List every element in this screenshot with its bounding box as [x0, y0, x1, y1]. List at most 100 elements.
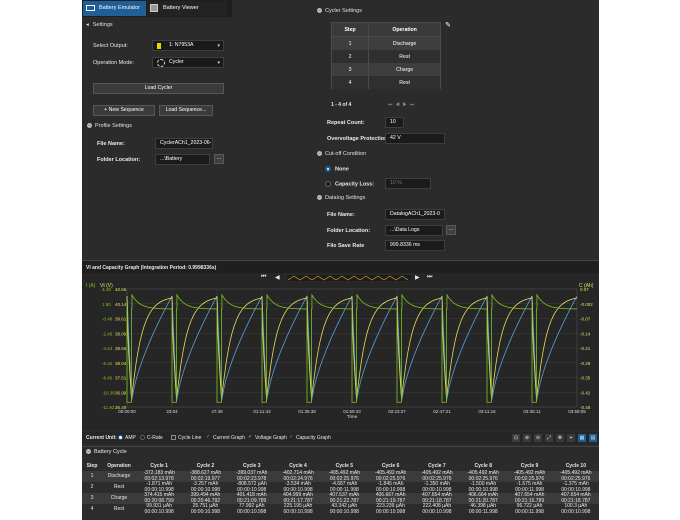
edit-pencil-icon[interactable]: ✎ — [443, 22, 453, 32]
zoom-out-icon[interactable]: ⊖ — [534, 434, 542, 442]
x-tick-label: 01:59:33 — [343, 409, 361, 414]
i-tick-label: -4.44 — [102, 346, 113, 351]
c-tick-label: -0.14 — [580, 331, 591, 336]
next-page-icon[interactable]: ▶ — [403, 102, 407, 108]
select-output-dropdown[interactable]: 1: N7953A ▾ — [152, 40, 224, 51]
first-page-icon[interactable]: ⏮ — [388, 102, 393, 108]
cursor-icon[interactable]: ⌖ — [567, 434, 575, 442]
current-graph-checkbox[interactable]: ✓ Current Graph — [206, 435, 245, 441]
current-unit-label: Current Unit: — [86, 435, 117, 441]
v-tick-label: 36.99 — [115, 390, 127, 395]
file-save-rate-input[interactable]: 999.8336 ms — [385, 240, 445, 251]
browse-datalog-folder-button[interactable]: ... — [446, 225, 456, 235]
cycle-cell: 223.239 µAh 00:00:10.998 — [367, 503, 414, 515]
column-header-step: Step — [330, 22, 370, 37]
repeat-count-input[interactable]: 10 — [385, 117, 404, 128]
i-tick-label: -11.92 — [102, 405, 115, 410]
operation-cell: Charge — [102, 493, 136, 504]
cycle-cell: 46.398 µAh 00:00:11.998 — [460, 503, 507, 515]
cycler-steps-table: Step Operation 1 Discharge 2 Rest 3 Charge 4… — [330, 22, 441, 89]
x-tick-label: 03:35:11 — [523, 409, 541, 414]
table-row[interactable]: 2 Rest — [330, 50, 441, 63]
tab-battery-viewer[interactable]: Battery Viewer — [147, 1, 227, 16]
datalog-folder-input[interactable]: ...\Data Logs — [385, 225, 443, 236]
cutoff-capacity-loss-radio[interactable]: Capacity Loss: — [325, 181, 374, 187]
datalog-settings-header[interactable]: − Datalog Settings — [317, 195, 365, 201]
first-icon[interactable]: ⏮ — [261, 274, 266, 281]
prev-icon[interactable]: ◀ — [275, 274, 280, 281]
profile-file-name-input[interactable]: CyclerACh1_2023-06- — [155, 138, 213, 149]
cycle-cell: 77.992 µAh 00:00:10.998 — [228, 503, 275, 515]
cycle-line-checkbox[interactable]: Cycle Line — [171, 435, 201, 441]
settings-icon[interactable]: ▤ — [589, 434, 597, 442]
x-tick-label: 00:00:00 — [118, 409, 136, 414]
tab-battery-emulator[interactable]: Battery Emulator — [83, 1, 146, 16]
cutoff-none-radio[interactable]: None — [325, 166, 349, 172]
operation-mode-dropdown[interactable]: Cycler ▾ — [152, 57, 224, 68]
c-tick-label: -0.21 — [580, 346, 591, 351]
datalog-file-name-input[interactable]: DatalogACh1_2023-0 — [385, 209, 445, 220]
cycler-settings-panel: − Cycler Settings Step Operation 1 Discharg… — [312, 0, 599, 260]
cutoff-condition-header[interactable]: − Cut-off Condition — [317, 151, 366, 157]
load-cycler-button[interactable]: Load Cycler — [93, 83, 224, 94]
battery-icon — [86, 5, 95, 11]
cycle-cell: 25.751 µAh 00:00:10.998 — [182, 503, 229, 515]
overvoltage-label: Overvoltage Protection: — [327, 136, 390, 142]
table-row[interactable]: 1 Discharge — [330, 36, 441, 50]
last-page-icon[interactable]: ⏭ — [410, 102, 415, 108]
operation-cell: Discharge — [102, 471, 136, 482]
step-cell: 4 — [82, 504, 102, 515]
zoom-fit-icon[interactable]: ⊡ — [512, 434, 520, 442]
capacity-loss-input[interactable]: 10 % — [385, 178, 431, 189]
overvoltage-input[interactable]: 42 V — [385, 133, 445, 144]
crate-radio[interactable]: C-Rate — [140, 435, 163, 441]
new-sequence-button[interactable]: + New Sequence — [93, 105, 155, 116]
v-tick-label: 40.66 — [115, 287, 127, 292]
profile-settings-header[interactable]: − Profile Settings — [87, 123, 132, 129]
last-icon[interactable]: ⏭ — [427, 274, 432, 281]
i-tick-label: -0.48 — [102, 317, 113, 322]
browse-folder-button[interactable]: ... — [214, 154, 224, 164]
amp-radio[interactable]: AMP — [118, 435, 136, 441]
zoom-in-icon[interactable]: ⊕ — [523, 434, 531, 442]
overview-strip[interactable] — [286, 274, 412, 282]
pan-icon[interactable]: ✥ — [556, 434, 564, 442]
collapse-icon: − — [317, 8, 322, 14]
grid-icon[interactable]: ▦ — [578, 434, 586, 442]
capacity-graph-checkbox[interactable]: ✓ Capacity Graph — [289, 435, 331, 441]
profile-folder-input[interactable]: ...\Battery — [155, 154, 210, 165]
voltage-graph-checkbox[interactable]: ✓ Voltage Graph — [248, 435, 287, 441]
cycler-settings-header[interactable]: − Cycler Settings — [317, 8, 362, 14]
column-header: Step — [86, 462, 98, 469]
c-tick-label: -0.35 — [580, 376, 591, 381]
i-tick-label: -10.38 — [102, 390, 115, 395]
step-cell: 3 — [82, 493, 102, 504]
x-tick-label: 02:23:27 — [388, 409, 406, 414]
expand-icon[interactable]: ⤢ — [545, 434, 553, 442]
v-tick-label: 39.09 — [115, 331, 127, 336]
table-row[interactable]: 4 Rest 99.931 µAh 00:00:10.998 25.751 µAh 00:… — [82, 503, 599, 515]
chevron-down-icon: ▾ — [217, 60, 220, 66]
load-sequence-button[interactable]: Load Sequence... — [159, 105, 213, 116]
operation-cell: Rest — [102, 504, 136, 515]
next-icon[interactable]: ▶ — [415, 274, 420, 281]
vi-capacity-graph[interactable]: I (A) Vt (V) C (Ah) 3.48 40.66 0.07 1.50 40.… — [82, 283, 599, 430]
file-name-label: File Name: — [97, 141, 125, 147]
output-color-icon — [157, 43, 161, 49]
table-row[interactable]: 3 Charge — [330, 63, 441, 76]
select-output-label: Select Output: — [93, 43, 128, 49]
settings-header[interactable]: ◂ Settings — [86, 22, 113, 28]
x-tick-label: 03:59:05 — [568, 409, 586, 414]
collapse-icon: − — [317, 151, 322, 157]
table-row[interactable]: 4 Rest — [330, 76, 441, 89]
pager-controls: ⏮ ◀ ▶ ⏭ — [388, 102, 414, 108]
prev-page-icon[interactable]: ◀ — [395, 102, 399, 108]
battery-cycle-title: − Battery Cycle — [86, 449, 127, 455]
battery-cycle-header[interactable]: − Battery Cycle — [82, 446, 599, 458]
x-tick-label: 03:11:16 — [478, 409, 496, 414]
cycle-cell: 43.342 µAh 00:00:10.998 — [321, 503, 368, 515]
datalog-file-name-label: File Name: — [327, 212, 355, 218]
graph-navigator: ⏮ ◀ ▶ ⏭ — [82, 273, 599, 283]
x-tick-label: 47:49 — [211, 409, 223, 414]
c-tick-label: -0.28 — [580, 361, 591, 366]
